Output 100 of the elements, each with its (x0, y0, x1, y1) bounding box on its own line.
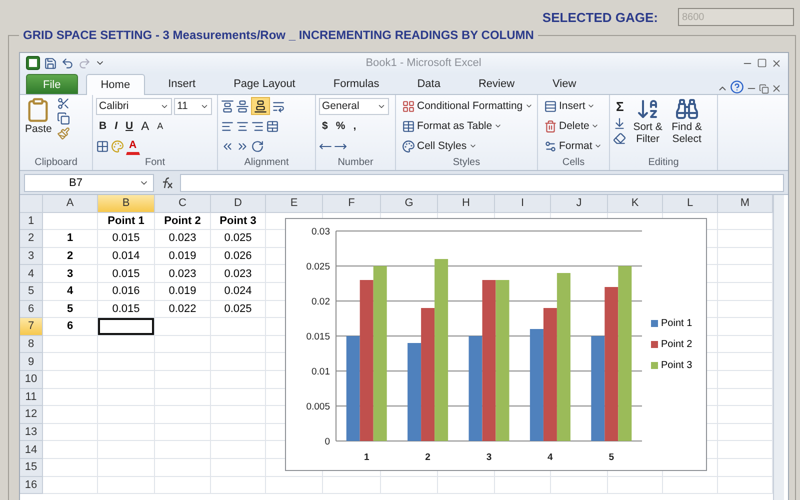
empty-cell (98, 476, 155, 494)
row-header[interactable]: 10 (20, 370, 43, 389)
row-header[interactable]: 15 (20, 458, 43, 476)
column-header[interactable]: E (266, 195, 323, 213)
row-header[interactable]: 4 (20, 265, 43, 283)
column-header[interactable]: B (98, 195, 155, 213)
formula-field[interactable] (180, 174, 784, 192)
empty-cell (98, 458, 155, 476)
align-center-icon (236, 120, 249, 132)
column-header[interactable]: L (663, 195, 718, 213)
row-header[interactable]: 5 (20, 282, 43, 301)
axis-tick-label: 0.025 (306, 262, 330, 272)
align-bottom-button[interactable] (251, 97, 270, 115)
row-header[interactable]: 16 (20, 476, 43, 494)
vertical-scrollbar[interactable] (773, 195, 784, 500)
menu-label: Insert (559, 100, 586, 112)
caret-icon (587, 102, 596, 110)
empty-cell (211, 424, 266, 442)
row-header[interactable]: 12 (20, 406, 43, 424)
column-header[interactable]: J (551, 195, 608, 213)
caret-icon (594, 142, 602, 150)
styles-menu-button[interactable]: Cell Styles (399, 137, 536, 155)
table-cell: 0.023 (155, 265, 211, 283)
styles-menu-button[interactable]: Conditional Formatting (399, 97, 536, 115)
empty-cell (98, 388, 155, 406)
row-header[interactable]: 1 (20, 212, 43, 230)
column-header[interactable]: H (438, 195, 495, 213)
align-right-icon (251, 120, 264, 132)
column-header[interactable]: K (608, 195, 663, 213)
axis-tick-label: 5 (608, 452, 614, 463)
ribbon-tab[interactable]: View (538, 73, 592, 94)
name-box[interactable]: B7 (24, 174, 154, 192)
font-style-button[interactable]: B (96, 117, 110, 135)
ribbon-tab[interactable]: Home (86, 74, 146, 95)
editing-menu-button[interactable]: Find & Select (668, 97, 705, 156)
column-header[interactable]: F (323, 195, 381, 213)
font-size-field[interactable]: 11 (174, 98, 212, 114)
row-header[interactable]: 13 (20, 424, 43, 442)
column-header[interactable]: I (495, 195, 551, 213)
row-header[interactable]: 2 (20, 230, 43, 248)
cells-menu-button[interactable]: Insert (541, 97, 606, 115)
row-header[interactable]: 7 (20, 318, 43, 336)
font-style-button[interactable]: I (112, 117, 121, 135)
empty-cell (155, 370, 211, 389)
number-format-field[interactable]: General (319, 98, 389, 114)
select-all-corner[interactable] (20, 195, 43, 213)
wrap-text-icon (272, 100, 285, 112)
cells-menu-button[interactable]: Format (541, 137, 606, 155)
brush-icon (56, 127, 70, 140)
column-header[interactable]: G (381, 195, 438, 213)
cells-menu-button[interactable]: Delete (541, 117, 606, 135)
row-header[interactable]: 14 (20, 441, 43, 459)
row-header[interactable]: 11 (20, 388, 43, 406)
table-cell: 0.025 (211, 300, 266, 318)
axis-tick-label: 1 (364, 452, 370, 463)
axis-tick-label: 0.015 (306, 332, 330, 342)
column-header[interactable]: C (155, 195, 211, 213)
file-tab[interactable]: File (26, 74, 78, 94)
axis-tick-label: 2 (425, 452, 430, 463)
empty-cell (155, 458, 211, 476)
font-style-button[interactable]: U (122, 117, 136, 135)
table-cell: 0.015 (98, 300, 155, 318)
row-header[interactable]: 8 (20, 336, 43, 354)
column-header[interactable]: M (718, 195, 773, 213)
ribbon-tab[interactable]: Review (463, 73, 530, 94)
comma-button[interactable]: , (350, 117, 360, 135)
shrink-font-button[interactable]: A (154, 117, 166, 135)
row-header[interactable]: 3 (20, 248, 43, 266)
ribbon-tab[interactable]: Data (402, 73, 456, 94)
column-header[interactable]: A (43, 195, 98, 213)
font-color-button[interactable]: A (126, 137, 140, 155)
ribbon-tab[interactable]: Formulas (318, 73, 394, 94)
empty-cell (551, 476, 608, 494)
align-left-icon (221, 120, 234, 132)
caret-icon (468, 142, 477, 150)
caret-icon (524, 102, 533, 110)
paste-button[interactable]: Paste (23, 97, 54, 156)
font-name-field[interactable]: Calibri (96, 98, 172, 114)
currency-button[interactable]: $ (319, 117, 331, 135)
percent-button[interactable]: % (332, 117, 348, 135)
ribbon-tab[interactable]: Insert (153, 73, 211, 94)
empty-cell (211, 476, 266, 494)
empty-cell (211, 458, 266, 476)
axis-tick-label: 3 (486, 452, 492, 463)
maximize-icon (757, 58, 767, 68)
table-cell: 3 (43, 265, 98, 283)
ribbon-tab[interactable]: Page Layout (218, 73, 310, 94)
legend-label: Point 1 (661, 318, 692, 329)
row-header[interactable]: 6 (20, 300, 43, 318)
styles-menu-button[interactable]: Format as Table (399, 117, 536, 135)
grow-font-button[interactable]: A (138, 117, 152, 135)
row-header[interactable]: 9 (20, 353, 43, 371)
autosum-button[interactable]: Σ (613, 97, 627, 115)
group-label: Cells (561, 156, 586, 170)
axis-tick-label: 4 (548, 452, 553, 463)
table-cell: 0.023 (155, 230, 211, 248)
sliders-icon (544, 140, 557, 152)
editing-menu-button[interactable]: Sort & Filter (630, 97, 666, 156)
active-cell[interactable] (98, 318, 155, 336)
column-header[interactable]: D (211, 195, 266, 213)
